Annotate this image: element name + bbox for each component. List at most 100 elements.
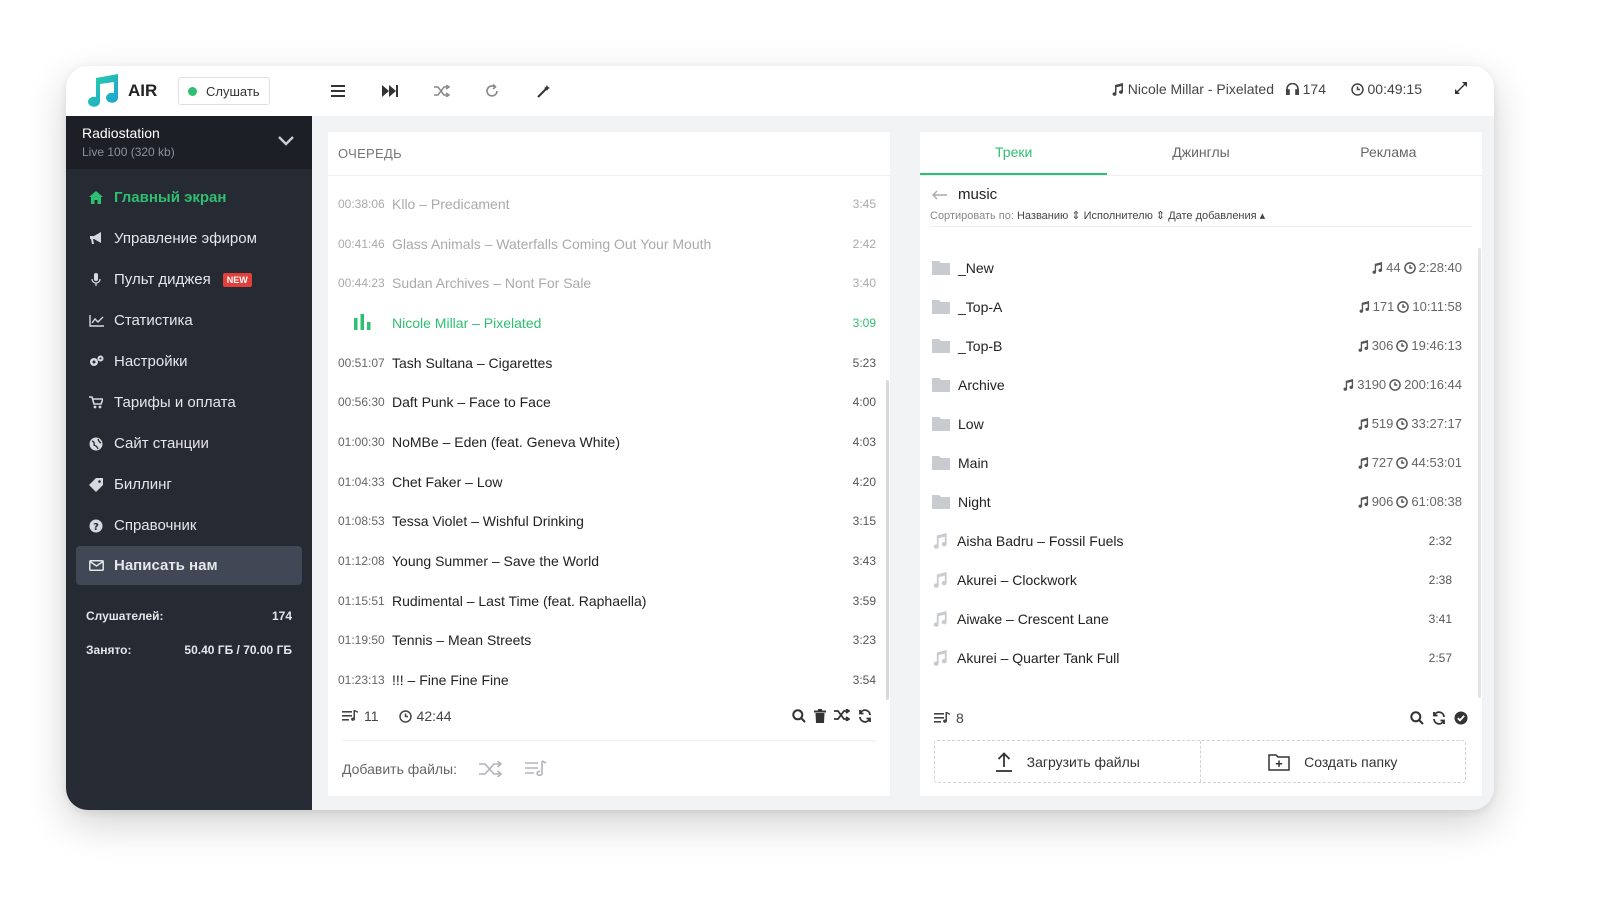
track-title: Akurei – Clockwork [957,571,1077,588]
sidebar-item-help[interactable]: ? Справочник [66,505,312,546]
create-folder-button[interactable]: Создать папку [1199,741,1466,782]
folder-row[interactable]: _New 44 2:28:40 [920,248,1476,287]
folder-row[interactable]: _Top-B 306 19:46:13 [920,326,1476,365]
queue-row-title: !!! – Fine Fine Fine [392,672,509,688]
sort-by-artist[interactable]: Исполнителю [1084,210,1153,222]
upload-icon [995,751,1012,772]
library-footer: 8 [920,702,1482,734]
sidebar-item-settings[interactable]: Настройки [66,341,312,382]
track-row[interactable]: Aisha Badru – Fossil Fuels 2:32 [920,521,1476,560]
clock-icon [1403,261,1416,274]
search-icon[interactable] [1410,711,1424,725]
add-random-icon[interactable] [479,760,503,777]
sidebar-item-pricing[interactable]: Тарифы и оплата [66,382,312,423]
search-icon[interactable] [792,709,806,723]
queue-row[interactable]: 01:04:33 Chet Faker – Low 4:20 [328,462,884,502]
queue-row[interactable]: 01:08:53 Tessa Violet – Wishful Drinking… [328,501,884,541]
folder-track-count: 3190 [1357,377,1387,392]
library-tabs: Треки Джинглы Реклама [920,132,1482,176]
queue-row-duration: 4:00 [852,395,876,409]
sidebar-item-label: Статистика [114,312,193,329]
breadcrumb: music [920,176,1482,203]
folder-row[interactable]: Low 519 33:27:17 [920,404,1476,443]
add-playlist-icon[interactable] [525,759,547,778]
folder-icon [932,495,950,509]
shuffle-icon[interactable] [432,81,452,101]
queue-row[interactable]: 01:23:13 !!! – Fine Fine Fine 3:54 [328,660,884,694]
upload-files-label: Загрузить файлы [1026,753,1140,770]
sidebar-item-billing[interactable]: Биллинг [66,464,312,505]
folder-duration: 33:27:17 [1411,416,1462,431]
queue-row[interactable]: 01:19:50 Tennis – Mean Streets 3:23 [328,620,884,660]
tab-ads[interactable]: Реклама [1295,132,1482,175]
folder-row[interactable]: Main 727 44:53:01 [920,443,1476,482]
megaphone-icon [88,231,104,247]
station-stream: Live 100 (320 kb) [82,145,175,159]
queue-row[interactable]: 00:51:07 Tash Sultana – Cigarettes 5:23 [328,343,884,383]
trash-icon[interactable] [814,709,826,723]
queue-row[interactable]: 00:38:06 Kllo – Predicament 3:45 [328,184,884,224]
queue-row-duration: 3:54 [852,673,876,687]
sidebar-item-contact[interactable]: Написать нам [76,546,302,585]
track-row[interactable]: Aiwake – Crescent Lane 3:41 [920,599,1476,638]
expand-icon[interactable] [1454,81,1468,100]
skip-forward-icon[interactable] [380,81,400,101]
add-files-row: Добавить файлы: [342,740,876,796]
listen-button[interactable]: Слушать [178,77,270,105]
music-note-icon [1343,378,1354,391]
folder-track-count: 306 [1371,338,1394,353]
queue-row[interactable]: 01:00:30 NoMBe – Eden (feat. Geneva Whit… [328,422,884,462]
music-note-icon [1358,495,1368,508]
refresh-icon[interactable] [1432,711,1446,725]
sidebar-item-label: Тарифы и оплата [114,394,236,411]
clock-icon [1396,495,1409,508]
queue-row-duration: 2:42 [852,237,876,251]
back-arrow-icon[interactable] [932,190,948,200]
queue-scrollbar[interactable] [886,380,889,700]
queue-row[interactable]: 01:12:08 Young Summer – Save the World 3… [328,541,884,581]
listen-label: Слушать [206,83,260,99]
queue-row-title: Rudimental – Last Time (feat. Raphaella) [392,593,647,609]
sidebar-item-dj-console[interactable]: Пульт диджея NEW [66,259,312,300]
gears-icon [88,354,104,370]
sort-by-date[interactable]: Дате добавления [1168,210,1256,222]
sidebar-item-station-site[interactable]: Сайт станции [66,423,312,464]
storage-stat-label: Занято: [86,643,132,657]
repeat-icon[interactable] [482,81,502,101]
folder-row[interactable]: Night 906 61:08:38 [920,482,1476,521]
folder-row[interactable]: _Top-A 171 10:11:58 [920,287,1476,326]
upload-files-button[interactable]: Загрузить файлы [935,741,1200,782]
queue-row-title: NoMBe – Eden (feat. Geneva White) [392,434,620,450]
elapsed-value: 00:49:15 [1367,81,1423,97]
track-row[interactable]: Akurei – Quarter Tank Full 2:57 [920,638,1476,677]
cart-icon [88,395,104,411]
menu-icon[interactable] [328,81,348,101]
playlist-icon [934,711,950,723]
queue-row[interactable]: 00:44:23 Sudan Archives – Nont For Sale … [328,263,884,303]
library-scrollbar[interactable] [1478,248,1481,698]
now-playing: Nicole Millar - Pixelated [1112,81,1274,97]
queue-row[interactable]: 00:56:30 Daft Punk – Face to Face 4:00 [328,382,884,422]
tab-tracks[interactable]: Треки [920,132,1108,175]
sort-by-name[interactable]: Названию [1017,210,1068,222]
top-bar: AIR Слушать Nicole Millar - Pixelated 17… [66,66,1494,116]
tab-jingles[interactable]: Джинглы [1107,132,1294,175]
queue-row-current[interactable]: Nicole Millar – Pixelated 3:09 [328,303,884,343]
sidebar-item-statistics[interactable]: Статистика [66,300,312,341]
refresh-icon[interactable] [858,709,872,723]
folder-icon [932,300,950,314]
queue-row[interactable]: 01:15:51 Rudimental – Last Time (feat. R… [328,581,884,621]
track-row[interactable]: Akurei – Clockwork 2:38 [920,560,1476,599]
svg-text:?: ? [93,522,99,533]
queue-row[interactable]: 00:41:46 Glass Animals – Waterfalls Comi… [328,224,884,264]
sort-date-arrow-up-icon: ▴ [1256,210,1266,222]
sidebar-item-home[interactable]: Главный экран [66,177,312,218]
sidebar-item-broadcast[interactable]: Управление эфиром [66,218,312,259]
station-selector[interactable]: Radiostation Live 100 (320 kb) [66,116,312,169]
queue-panel: ОЧЕРЕДЬ 00:38:06 Kllo – Predicament 3:45… [328,132,890,796]
shuffle-icon[interactable] [834,709,850,721]
folder-meta: 3190 200:16:44 [1343,377,1462,392]
magic-wand-icon[interactable] [534,81,554,101]
check-circle-icon[interactable] [1454,711,1468,725]
folder-row[interactable]: Archive 3190 200:16:44 [920,365,1476,404]
